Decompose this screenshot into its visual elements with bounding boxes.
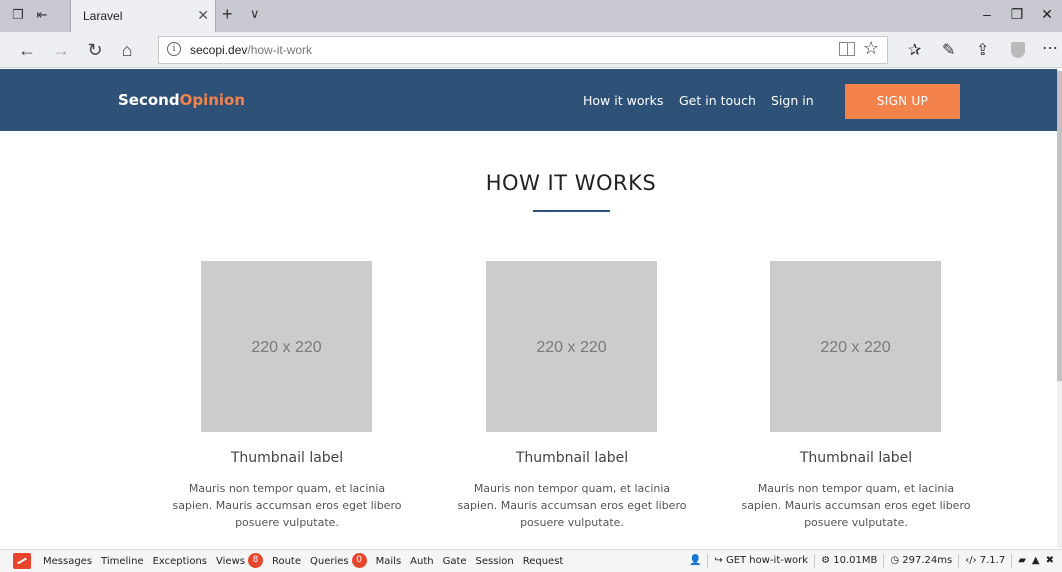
pen-icon[interactable]: ✎	[942, 40, 955, 60]
thumbnail-image: 220 x 220	[770, 261, 941, 432]
debug-tab-views[interactable]: Views 8	[216, 553, 263, 568]
browser-toolbar: ← → ↻ ⌂ i secopi.dev/how-it-work ☆ ✰ ✎ ⇪…	[0, 32, 1062, 68]
page-title: HOW IT WORKS	[485, 171, 657, 195]
thumbnail-description: Mauris non tempor quam, et lacinia sapie…	[172, 482, 402, 529]
php-version: ‹/› 7.1.7	[965, 555, 1006, 566]
thumbnail-placeholder-text: 220 x 220	[536, 339, 607, 356]
laravel-logo-icon[interactable]	[13, 553, 31, 569]
address-bar[interactable]: i secopi.dev/how-it-work ☆	[158, 36, 888, 64]
browser-tab[interactable]: Laravel ✕	[70, 0, 216, 32]
thumbnail-label: Thumbnail label	[230, 450, 344, 466]
debug-tabs: Messages Timeline Exceptions Views 8 Rout…	[43, 553, 564, 568]
thumbnail-image: 220 x 220	[486, 261, 657, 432]
memory-usage: ⚙ 10.01MB	[821, 555, 878, 566]
scrollbar-thumb[interactable]	[1057, 71, 1062, 381]
close-tab-icon[interactable]: ✕	[197, 7, 209, 24]
views-count-badge: 8	[247, 553, 263, 568]
site-logo[interactable]: SecondOpinion	[118, 91, 245, 109]
chevron-down-icon[interactable]: ∨	[250, 6, 260, 22]
nav-link-how-it-works[interactable]: How it works	[583, 93, 663, 108]
request-info[interactable]: ↪ GET how-it-work	[714, 555, 808, 568]
close-debugbar-icon[interactable]: ✖	[1046, 555, 1054, 568]
thumbnail-description: Mauris non tempor quam, et lacinia sapie…	[457, 482, 687, 529]
debug-tab-route[interactable]: Route	[272, 555, 301, 568]
tab-preview-icon[interactable]: ⇤	[34, 7, 50, 23]
favorite-star-icon[interactable]: ☆	[863, 38, 879, 59]
divider	[814, 554, 816, 568]
folder-icon[interactable]: ▰	[1018, 555, 1026, 568]
divider	[883, 554, 885, 568]
minimize-icon[interactable]: –	[972, 6, 1002, 22]
debug-tab-timeline[interactable]: Timeline	[101, 555, 144, 568]
debug-tab-messages[interactable]: Messages	[43, 555, 92, 568]
new-tab-icon[interactable]: +	[222, 4, 233, 25]
shield-icon[interactable]	[1011, 42, 1025, 58]
forward-arrow-icon[interactable]: →	[50, 39, 72, 61]
user-icon[interactable]: 👤	[689, 555, 701, 568]
request-duration: ◷ 297.24ms	[890, 555, 953, 566]
thumbnail-label: Thumbnail label	[515, 450, 629, 466]
debug-tab-session[interactable]: Session	[476, 555, 514, 568]
debug-stats: 👤 ↪ GET how-it-work ⚙ 10.01MB ◷ 297.24ms…	[689, 554, 1054, 568]
divider	[1011, 554, 1013, 568]
reading-view-icon[interactable]	[839, 42, 855, 56]
tab-set-aside-icon[interactable]: ❐	[10, 7, 26, 23]
window-close-icon[interactable]: ✕	[1032, 6, 1062, 23]
nav-link-sign-in[interactable]: Sign in	[771, 93, 814, 108]
info-icon[interactable]: i	[167, 42, 181, 56]
thumbnail-label: Thumbnail label	[799, 450, 913, 466]
favorites-list-icon[interactable]: ✰	[908, 40, 921, 60]
thumbnail-placeholder-text: 220 x 220	[820, 339, 891, 356]
debug-tab-gate[interactable]: Gate	[443, 555, 467, 568]
debug-tab-exceptions[interactable]: Exceptions	[153, 555, 207, 568]
thumbnail-description: Mauris non tempor quam, et lacinia sapie…	[741, 482, 971, 529]
nav-link-get-in-touch[interactable]: Get in touch	[679, 93, 756, 108]
home-icon[interactable]: ⌂	[116, 39, 138, 61]
thumbnail-image: 220 x 220	[201, 261, 372, 432]
divider	[707, 554, 709, 568]
chevron-up-icon[interactable]: ▲	[1032, 555, 1040, 568]
divider	[958, 554, 960, 568]
thumbnail-placeholder-text: 220 x 220	[251, 339, 322, 356]
refresh-icon[interactable]: ↻	[84, 39, 106, 61]
debug-tab-mails[interactable]: Mails	[376, 555, 402, 568]
url-text[interactable]: secopi.dev/how-it-work	[190, 43, 312, 57]
sign-up-button[interactable]: SIGN UP	[845, 84, 960, 119]
site-navbar: SecondOpinion How it works Get in touch …	[0, 69, 1057, 131]
back-arrow-icon[interactable]: ←	[16, 39, 38, 61]
browser-tab-bar: ❐ ⇤ Laravel ✕ + ∨ – ❐ ✕	[0, 0, 1062, 32]
more-menu-icon[interactable]: ⋯	[1042, 38, 1058, 58]
browser-tab-title: Laravel	[83, 9, 123, 23]
title-underline	[533, 210, 610, 212]
share-icon[interactable]: ⇪	[976, 40, 989, 60]
debug-tab-queries[interactable]: Queries 0	[310, 553, 367, 568]
debug-tab-auth[interactable]: Auth	[410, 555, 433, 568]
restore-icon[interactable]: ❐	[1002, 6, 1032, 23]
debug-tab-request[interactable]: Request	[523, 555, 564, 568]
debug-bar: Messages Timeline Exceptions Views 8 Rout…	[0, 549, 1062, 572]
queries-count-badge: 0	[351, 553, 367, 568]
